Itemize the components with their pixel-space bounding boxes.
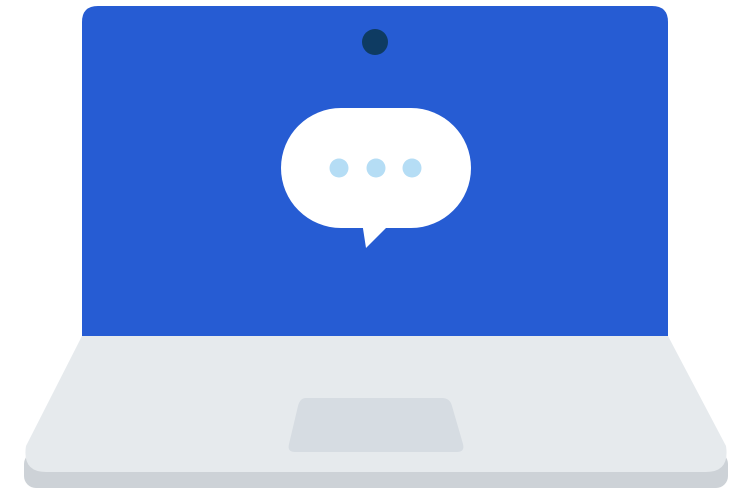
webcam-icon <box>362 29 388 55</box>
typing-dot <box>329 158 349 178</box>
typing-dot <box>366 158 386 178</box>
typing-dot <box>402 158 422 178</box>
typing-indicator-icon <box>329 158 422 178</box>
laptop-illustration <box>0 0 732 488</box>
laptop-icon <box>24 6 728 488</box>
trackpad-icon <box>288 398 464 452</box>
